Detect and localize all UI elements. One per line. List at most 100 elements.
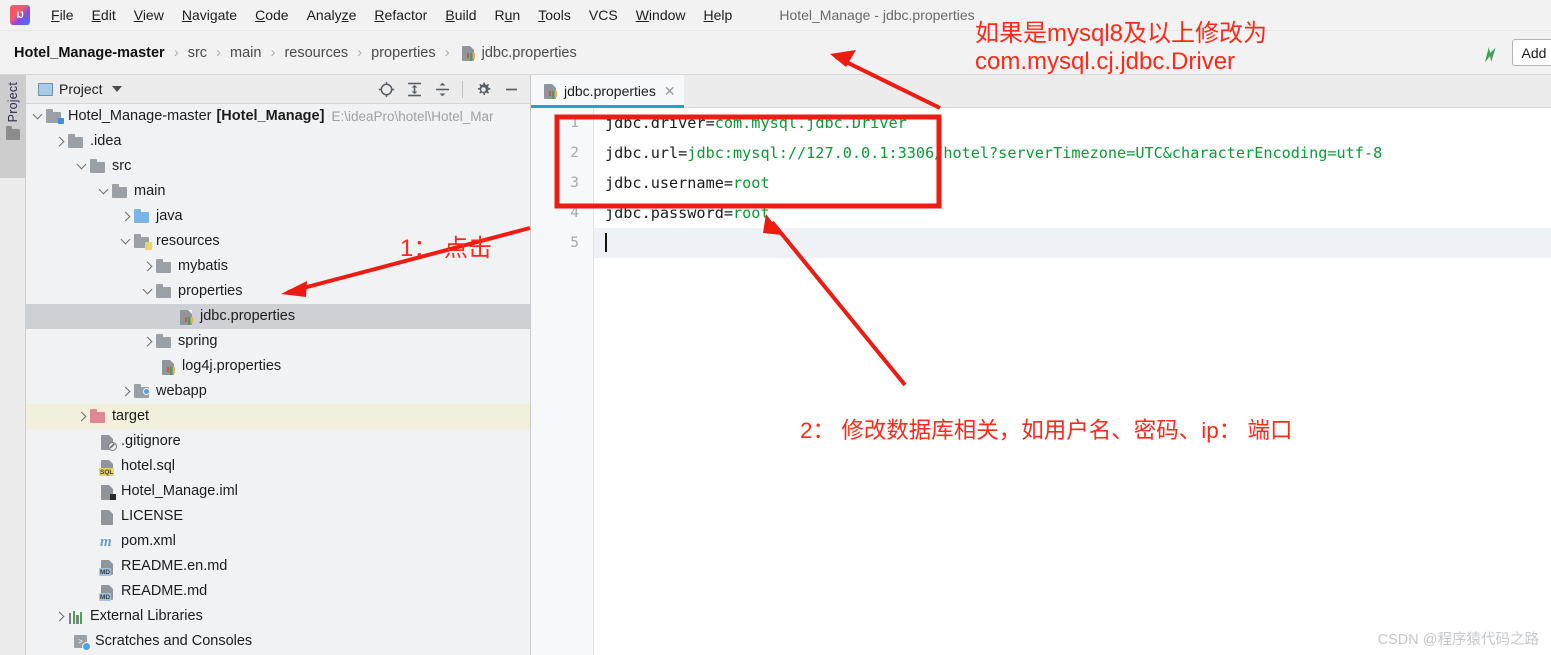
menu-refactor[interactable]: Refactor (365, 4, 436, 26)
menu-tools[interactable]: Tools (529, 4, 580, 26)
scratches-icon: > (72, 634, 91, 651)
menu-run[interactable]: Run (486, 4, 530, 26)
intellij-idea-logo-icon (10, 5, 30, 25)
source-folder-icon (133, 208, 151, 225)
tree-label: target (112, 408, 150, 425)
code-line-4[interactable]: jdbc.password=root (595, 198, 1551, 228)
tree-label: mybatis (178, 258, 228, 275)
tree-module-path: E:\ideaPro\hotel\Hotel_Mar (331, 109, 494, 124)
tree-row-log4j-properties[interactable]: log4j.properties (26, 354, 530, 379)
chevron-down-icon[interactable] (76, 160, 89, 173)
tree-row-module-root[interactable]: Hotel_Manage-master [Hotel_Manage] E:\id… (26, 104, 530, 129)
tree-row-spring[interactable]: spring (26, 329, 530, 354)
chevron-right-icon[interactable] (120, 385, 133, 398)
resources-folder-icon (133, 233, 152, 250)
tree-row-properties-folder[interactable]: properties (26, 279, 530, 304)
menu-view[interactable]: View (125, 4, 173, 26)
code-editor[interactable]: 1 2 3 4 5 jdbc.driver=com.mysql.jdbc.Dri… (531, 108, 1551, 655)
window-title: Hotel_Manage - jdbc.properties (779, 7, 975, 23)
breadcrumb-item-src[interactable]: src (188, 45, 207, 61)
breadcrumb-item-properties[interactable]: properties (371, 45, 435, 61)
code-line-3[interactable]: jdbc.username=root (595, 168, 1551, 198)
breadcrumb-item-main[interactable]: main (230, 45, 261, 61)
code-line-5[interactable] (595, 228, 1551, 258)
intellij-idea-window: File Edit View Navigate Code Analyze Ref… (0, 0, 1551, 655)
chevron-down-icon[interactable] (111, 86, 122, 92)
chevron-down-icon[interactable] (32, 110, 45, 123)
editor-tab-jdbc-properties[interactable]: jdbc.properties ✕ (531, 75, 684, 108)
breadcrumb: Hotel_Manage-master › src › main › resou… (14, 44, 577, 61)
tree-row-idea[interactable]: .idea (26, 129, 530, 154)
project-panel-toolbar (373, 77, 530, 101)
tree-label: webapp (156, 383, 207, 400)
editor-tab-label: jdbc.properties (564, 83, 656, 99)
editor-area: jdbc.properties ✕ 1 2 3 4 5 jdbc.driver=… (531, 75, 1551, 655)
chevron-right-icon[interactable] (142, 260, 155, 273)
menu-edit[interactable]: Edit (83, 4, 125, 26)
tree-row-resources[interactable]: resources (26, 229, 530, 254)
menu-bar: File Edit View Navigate Code Analyze Ref… (0, 0, 1551, 31)
tree-row-jdbc-properties[interactable]: jdbc.properties (26, 304, 530, 329)
property-key: jdbc.password= (605, 204, 734, 222)
add-configuration-button[interactable]: Add Confi (1511, 39, 1551, 66)
breadcrumb-item-project[interactable]: Hotel_Manage-master (14, 45, 165, 61)
tree-row-webapp[interactable]: webapp (26, 379, 530, 404)
breadcrumb-item-resources[interactable]: resources (284, 45, 348, 61)
project-tree[interactable]: Hotel_Manage-master [Hotel_Manage] E:\id… (26, 104, 530, 655)
tree-row-scratches[interactable]: > Scratches and Consoles (26, 629, 530, 654)
chevron-right-icon[interactable] (120, 210, 133, 223)
property-key: jdbc.username= (605, 174, 734, 192)
chevron-right-icon[interactable] (54, 135, 67, 148)
tree-row-gitignore[interactable]: .gitignore (26, 429, 530, 454)
chevron-right-icon[interactable] (142, 335, 155, 348)
chevron-right-icon[interactable] (76, 410, 89, 423)
chevron-down-icon[interactable] (98, 185, 111, 198)
breadcrumb-separator: › (444, 44, 450, 61)
menu-help[interactable]: Help (695, 4, 742, 26)
navigation-bar: Hotel_Manage-master › src › main › resou… (0, 31, 1551, 75)
project-panel-header: Project (26, 75, 530, 104)
tree-row-main[interactable]: main (26, 179, 530, 204)
tree-row-target[interactable]: target (26, 404, 530, 429)
tree-label: External Libraries (90, 608, 203, 625)
menu-code[interactable]: Code (246, 4, 297, 26)
menu-build[interactable]: Build (436, 4, 485, 26)
tree-row-java[interactable]: java (26, 204, 530, 229)
tree-row-mybatis[interactable]: mybatis (26, 254, 530, 279)
tree-label: Hotel_Manage.iml (121, 483, 238, 500)
settings-gear-icon[interactable] (470, 77, 496, 101)
tree-label: README.en.md (121, 558, 228, 575)
hide-panel-icon[interactable] (498, 77, 524, 101)
tool-window-button-project[interactable]: Project (0, 75, 26, 178)
text-cursor (605, 233, 607, 252)
chevron-down-icon[interactable] (120, 235, 133, 248)
menu-window[interactable]: Window (627, 4, 695, 26)
tree-row-readme[interactable]: MD README.md (26, 579, 530, 604)
tree-row-external-libraries[interactable]: External Libraries (26, 604, 530, 629)
tree-row-license[interactable]: LICENSE (26, 504, 530, 529)
run-arrow-icon[interactable] (1478, 41, 1502, 65)
chevron-right-icon[interactable] (54, 610, 67, 623)
code-line-2[interactable]: jdbc.url=jdbc:mysql://127.0.0.1:3306/hot… (595, 138, 1551, 168)
maven-file-icon: m (100, 533, 112, 550)
tree-label: hotel.sql (121, 458, 176, 475)
tree-row-pom-xml[interactable]: m pom.xml (26, 529, 530, 554)
tree-row-hotel-sql[interactable]: SQL hotel.sql (26, 454, 530, 479)
code-lines[interactable]: jdbc.driver=com.mysql.jdbc.Driver jdbc.u… (595, 108, 1551, 655)
menu-navigate[interactable]: Navigate (173, 4, 246, 26)
code-line-1[interactable]: jdbc.driver=com.mysql.jdbc.Driver (595, 108, 1551, 138)
menu-file[interactable]: File (42, 4, 83, 26)
expand-all-icon[interactable] (401, 77, 427, 101)
locate-icon[interactable] (373, 77, 399, 101)
collapse-all-icon[interactable] (429, 77, 455, 101)
tree-row-src[interactable]: src (26, 154, 530, 179)
project-tool-window: Project Hotel_Manage-master [Hotel_Manag… (26, 75, 531, 655)
breadcrumb-item-file[interactable]: jdbc.properties (459, 45, 577, 61)
menu-vcs[interactable]: VCS (580, 4, 627, 26)
chevron-down-icon[interactable] (142, 285, 155, 298)
tree-row-iml[interactable]: Hotel_Manage.iml (26, 479, 530, 504)
iml-file-icon (98, 484, 116, 500)
menu-analyze[interactable]: Analyze (298, 4, 366, 26)
close-icon[interactable]: ✕ (664, 83, 676, 100)
tree-row-readme-en[interactable]: MD README.en.md (26, 554, 530, 579)
